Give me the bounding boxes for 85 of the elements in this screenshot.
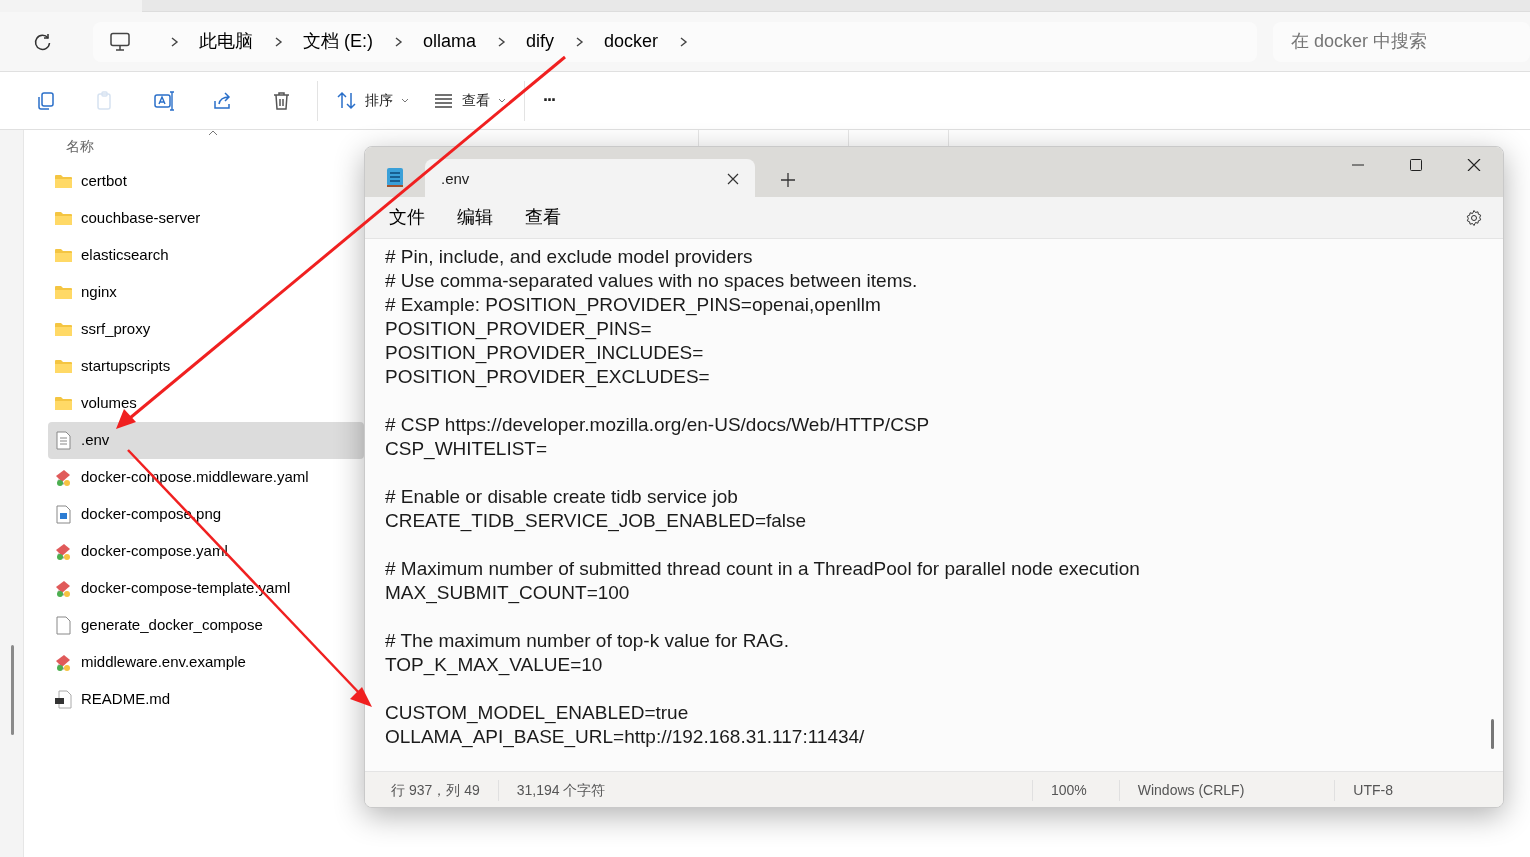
file-icon bbox=[54, 653, 73, 672]
menu-item[interactable]: 文件 bbox=[373, 204, 441, 231]
file-item[interactable]: startupscripts bbox=[48, 348, 364, 385]
code-line: # Use comma-separated values with no spaces between items. bbox=[385, 269, 918, 293]
computer-icon[interactable] bbox=[109, 31, 131, 52]
search-field[interactable]: 在 docker 中搜索 bbox=[1273, 21, 1530, 62]
folder-icon bbox=[54, 320, 73, 339]
folder-icon bbox=[54, 172, 73, 191]
column-header[interactable]: 名称 bbox=[66, 136, 94, 157]
code-line: CSP_WHITELIST= bbox=[385, 437, 548, 461]
blank-file-icon bbox=[54, 616, 73, 635]
menu-item[interactable]: 查看 bbox=[509, 204, 577, 231]
rename-icon[interactable] bbox=[153, 90, 174, 111]
file-item[interactable]: ssrf_proxy bbox=[48, 311, 364, 348]
code-line: CUSTOM_MODEL_ENABLED=true bbox=[385, 701, 689, 725]
scrollbar-thumb[interactable] bbox=[1491, 719, 1494, 749]
sort-button[interactable]: 排序 bbox=[324, 86, 421, 115]
breadcrumb-item[interactable]: docker bbox=[604, 28, 659, 55]
refresh-icon[interactable] bbox=[33, 31, 53, 52]
chevron-icon[interactable] bbox=[678, 35, 689, 48]
caret-icon bbox=[498, 97, 506, 104]
copy-icon[interactable] bbox=[35, 90, 56, 111]
tab[interactable]: .env bbox=[425, 159, 755, 199]
file-icon bbox=[54, 579, 73, 598]
more-button[interactable]: ··· bbox=[531, 83, 567, 118]
code-line: # The maximum number of top-k value for RAG. bbox=[385, 629, 790, 653]
code-line: CREATE_TIDB_SERVICE_JOB_ENABLED=false bbox=[385, 509, 807, 533]
folder-icon bbox=[54, 246, 73, 265]
file-item[interactable]: certbot bbox=[48, 163, 364, 200]
code-line: # Enable or disable create tidb service job bbox=[385, 485, 738, 509]
menu-item[interactable]: 编辑 bbox=[441, 204, 509, 231]
image-file-icon bbox=[54, 505, 73, 524]
chevron-icon[interactable] bbox=[574, 35, 585, 48]
character-count: 31,194 个字符 bbox=[497, 779, 624, 801]
line-ending: Windows (CRLF) bbox=[1118, 779, 1335, 801]
tab-title: .env bbox=[441, 168, 470, 189]
trash-icon[interactable] bbox=[271, 90, 292, 111]
code-line: POSITION_PROVIDER_PINS= bbox=[385, 317, 652, 341]
chevron-icon[interactable] bbox=[273, 35, 283, 48]
close-icon[interactable] bbox=[1467, 159, 1481, 171]
code-line: POSITION_PROVIDER_INCLUDES= bbox=[385, 341, 704, 365]
settings-icon[interactable] bbox=[1465, 208, 1483, 227]
file-item[interactable]: elasticsearch bbox=[48, 237, 364, 274]
code-line: POSITION_PROVIDER_EXCLUDES= bbox=[385, 365, 710, 389]
notepad-icon bbox=[386, 166, 404, 188]
caret-icon bbox=[401, 97, 409, 104]
code-line: # Pin, include, and exclude model providers bbox=[385, 245, 753, 269]
zoom-level: 100% bbox=[1031, 779, 1119, 801]
view-button[interactable]: 查看 bbox=[421, 86, 518, 115]
file-item[interactable]: middleware.env.example bbox=[48, 644, 364, 681]
code-line: TOP_K_MAX_VALUE=10 bbox=[385, 653, 603, 677]
code-line: OLLAMA_API_BASE_URL=http://192.168.31.117:11434/ bbox=[385, 725, 865, 749]
close-icon[interactable] bbox=[727, 173, 739, 185]
file-item[interactable]: generate_docker_compose bbox=[48, 607, 364, 644]
folder-icon bbox=[54, 357, 73, 376]
folder-icon bbox=[54, 283, 73, 302]
file-item[interactable]: couchbase-server bbox=[48, 200, 364, 237]
chevron-icon[interactable] bbox=[393, 35, 403, 48]
new-tab-icon[interactable] bbox=[781, 173, 795, 187]
breadcrumb-item[interactable]: dify bbox=[526, 28, 555, 55]
folder-icon bbox=[54, 209, 73, 228]
file-icon bbox=[54, 690, 73, 709]
share-icon[interactable] bbox=[212, 90, 233, 111]
text-file-icon bbox=[54, 431, 73, 450]
file-icon bbox=[54, 468, 73, 487]
file-item[interactable]: .env bbox=[48, 422, 364, 459]
code-line: # Example: POSITION_PROVIDER_PINS=openai,openllm bbox=[385, 293, 881, 317]
chevron-icon[interactable] bbox=[169, 35, 179, 48]
folder-icon bbox=[54, 394, 73, 413]
file-item[interactable]: README.md bbox=[48, 681, 364, 718]
maximize-icon[interactable] bbox=[1409, 159, 1423, 171]
file-item[interactable]: nginx bbox=[48, 274, 364, 311]
sort-icon bbox=[336, 90, 357, 111]
breadcrumb-item[interactable]: 文档 (E:) bbox=[303, 28, 373, 55]
chevron-icon[interactable] bbox=[496, 35, 507, 48]
code-line: MAX_SUBMIT_COUNT=100 bbox=[385, 581, 630, 605]
scrollbar-thumb[interactable] bbox=[11, 645, 14, 735]
breadcrumb-item[interactable]: ollama bbox=[423, 28, 477, 55]
cursor-position: 行 937，列 49 bbox=[390, 780, 481, 800]
encoding: UTF-8 bbox=[1334, 779, 1503, 801]
file-icon bbox=[54, 542, 73, 561]
code-line: # Maximum number of submitted thread count in a ThreadPool for parallel node execution bbox=[385, 557, 1140, 581]
text-editor[interactable] bbox=[365, 239, 1503, 771]
breadcrumb-item[interactable]: 此电脑 bbox=[199, 28, 253, 55]
code-line: # CSP https://developer.mozilla.org/en-US/docs/Web/HTTP/CSP bbox=[385, 413, 930, 437]
